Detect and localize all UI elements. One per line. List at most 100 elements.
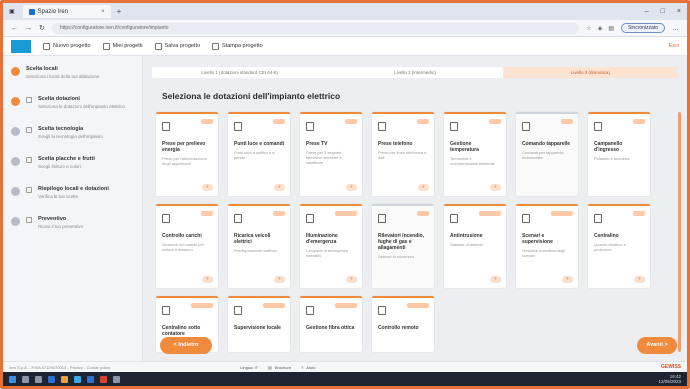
close-window-icon[interactable]: × [677, 8, 681, 15]
card-rilevatori[interactable]: Rilevatori incendio, fughe di gas e alla… [372, 204, 434, 288]
step-scelta-tecnologia[interactable]: Scelta tecnologia Scegli la tecnologia de… [11, 126, 134, 140]
card-supervisione-locale[interactable]: Supervisione locale [228, 296, 290, 352]
language-select[interactable]: Lingua: IT [240, 365, 258, 370]
card-prese-telefono[interactable]: Prese telefono Prese per linea telefonica… [372, 112, 434, 196]
nav-my-projects[interactable]: Miei progetti [102, 42, 143, 50]
step-title: Preventivo [38, 216, 67, 222]
edge-icon[interactable] [48, 375, 55, 383]
browser-tab[interactable]: Spazio Iren × [22, 5, 111, 18]
status-badge [263, 303, 285, 308]
reload-icon[interactable]: ↻ [39, 24, 45, 32]
content-scrollbar[interactable] [678, 112, 681, 352]
touchscreen-icon [234, 306, 242, 315]
card-prese-tv[interactable]: Prese TV Prese per il segnale televisivo … [300, 112, 362, 196]
nav-print-project[interactable]: Stampa progetto [212, 42, 263, 50]
collections-icon[interactable]: ▤ [608, 25, 614, 32]
back-icon[interactable]: ← [11, 25, 18, 32]
card-prese-energia[interactable]: Prese per prelievo energia Prese per l'al… [156, 112, 218, 196]
search-icon[interactable] [22, 375, 29, 383]
dotazioni-grid: Prese per prelievo energia Prese per l'al… [156, 112, 684, 352]
add-button[interactable]: + [490, 276, 501, 283]
card-title: Controllo carichi [162, 233, 202, 239]
add-button[interactable]: + [490, 184, 501, 191]
mail-icon[interactable] [87, 375, 94, 383]
level-2[interactable]: Livello 2 (intermedio) [327, 67, 502, 78]
step-scelta-dotazioni[interactable]: Scelta dotazioni Seleziona le dotazioni d… [11, 96, 134, 110]
step-subtitle: Scegli la tecnologia dell'impianto [38, 134, 103, 139]
nav-new-project[interactable]: Nuovo progetto [43, 42, 91, 50]
minimize-icon[interactable]: – [645, 8, 649, 15]
step-scelta-placche[interactable]: Scelta placche e frutti Scegli finiture e… [11, 156, 134, 170]
step-status-icon [11, 217, 20, 226]
file-explorer-icon[interactable] [61, 375, 68, 383]
new-tab-icon[interactable]: + [117, 7, 122, 16]
window-menu-icon[interactable]: ▣ [9, 8, 15, 15]
step-preventivo[interactable]: Preventivo Ricevi il tuo preventivo [11, 216, 134, 230]
settings-icon[interactable] [113, 375, 120, 383]
card-controllo-carichi[interactable]: Controllo carichi Gestione dei carichi pe… [156, 204, 218, 288]
new-project-icon [43, 42, 50, 50]
nav-save-project[interactable]: Salva progetto [154, 42, 200, 50]
thermometer-icon [450, 122, 458, 131]
add-button[interactable]: + [346, 276, 357, 283]
card-tapparelle[interactable]: Comando tapparelle Comandi per tapparelle… [516, 112, 578, 196]
step-subtitle: Ricevi il tuo preventivo [38, 224, 84, 229]
card-controllo-remoto[interactable]: Controllo remoto [372, 296, 434, 352]
store-icon[interactable] [74, 375, 81, 383]
step-scelta-locali[interactable]: Scelta locali Seleziona i locali della tu… [11, 66, 134, 80]
next-button[interactable]: Avanti > [637, 337, 677, 354]
url-field[interactable]: https://configuratore.iren.it/configurat… [51, 22, 580, 34]
help-link[interactable]: ? Aiuto [301, 365, 315, 370]
card-title: Gestione temperatura [450, 141, 479, 153]
card-description: Predisposizione wallbox [234, 248, 277, 253]
close-tab-icon[interactable]: × [101, 9, 105, 15]
add-button[interactable]: + [418, 184, 429, 191]
forward-icon[interactable]: → [25, 25, 32, 32]
step-type-icon [26, 217, 32, 223]
add-button[interactable]: + [634, 276, 645, 283]
card-punti-luce[interactable]: Punti luce e comandi Punti luce a soffitt… [228, 112, 290, 196]
level-1[interactable]: Livello 1 (dotazioni standard CEI 64-8) [152, 67, 327, 78]
back-button[interactable]: < Indietro [160, 337, 212, 354]
task-view-icon[interactable] [35, 375, 42, 383]
card-centralino[interactable]: Centralino Quadro elettrico e protezioni + [588, 204, 650, 288]
card-description: Pulsante e suoneria [594, 156, 630, 161]
brochure-link[interactable]: ▤ Brochure [268, 365, 291, 370]
step-riepilogo[interactable]: Riepilogo locali e dotazioni Verifica le … [11, 186, 134, 200]
address-bar: ← → ↻ https://configuratore.iren.it/conf… [3, 20, 687, 37]
favicon-icon [28, 8, 35, 15]
card-campanello[interactable]: Campanello d'ingresso Pulsante e suoneria [588, 112, 650, 196]
maximize-icon[interactable]: □ [661, 8, 665, 15]
card-antintrusione[interactable]: Antintrusione Sistema di allarme + [444, 204, 506, 288]
favorite-star-icon[interactable]: ☆ [586, 25, 591, 32]
footer-brand: GEWISS [660, 364, 681, 370]
card-temperatura[interactable]: Gestione temperatura Termostati e cronote… [444, 112, 506, 196]
browser-menu-icon[interactable]: … [672, 25, 679, 32]
level-3[interactable]: Livello 3 (domotica) [502, 67, 678, 78]
add-button[interactable]: + [346, 184, 357, 191]
card-title: Rilevatori incendio, fughe di gas e alla… [378, 233, 425, 251]
save-icon [154, 42, 162, 50]
folder-icon [102, 42, 110, 50]
card-illuminazione-emergenza[interactable]: Illuminazione d'emergenza Lampade di emer… [300, 204, 362, 288]
add-button[interactable]: + [202, 184, 213, 191]
office-icon[interactable] [100, 375, 107, 383]
add-button[interactable]: + [562, 276, 573, 283]
add-button[interactable]: + [274, 276, 285, 283]
add-button[interactable]: + [274, 184, 285, 191]
emergency-light-icon [306, 214, 314, 223]
profile-button[interactable]: Sincronizzato [620, 23, 665, 33]
card-scenari[interactable]: Scenari e supervisione Gestione domotica … [516, 204, 578, 288]
status-badge [561, 119, 573, 124]
app-frame: ▣ Spazio Iren × + – □ × ← → ↻ https://co… [0, 0, 690, 389]
system-clock[interactable]: 16:42 12/05/2023 [658, 374, 681, 384]
card-title: Centralino [594, 233, 619, 239]
card-ricarica-veicoli[interactable]: Ricarica veicoli elettrici Predisposizion… [228, 204, 290, 288]
windows-start-icon[interactable] [9, 375, 16, 383]
card-fibra-ottica[interactable]: Gestione fibra ottica [300, 296, 362, 352]
card-description: Gestione domotica degli scenari [522, 248, 565, 258]
logout-link[interactable]: Esci [669, 43, 679, 49]
add-button[interactable]: + [202, 276, 213, 283]
extensions-icon[interactable]: ◈ [598, 25, 603, 32]
step-subtitle: Scegli finiture e colori [38, 164, 81, 169]
